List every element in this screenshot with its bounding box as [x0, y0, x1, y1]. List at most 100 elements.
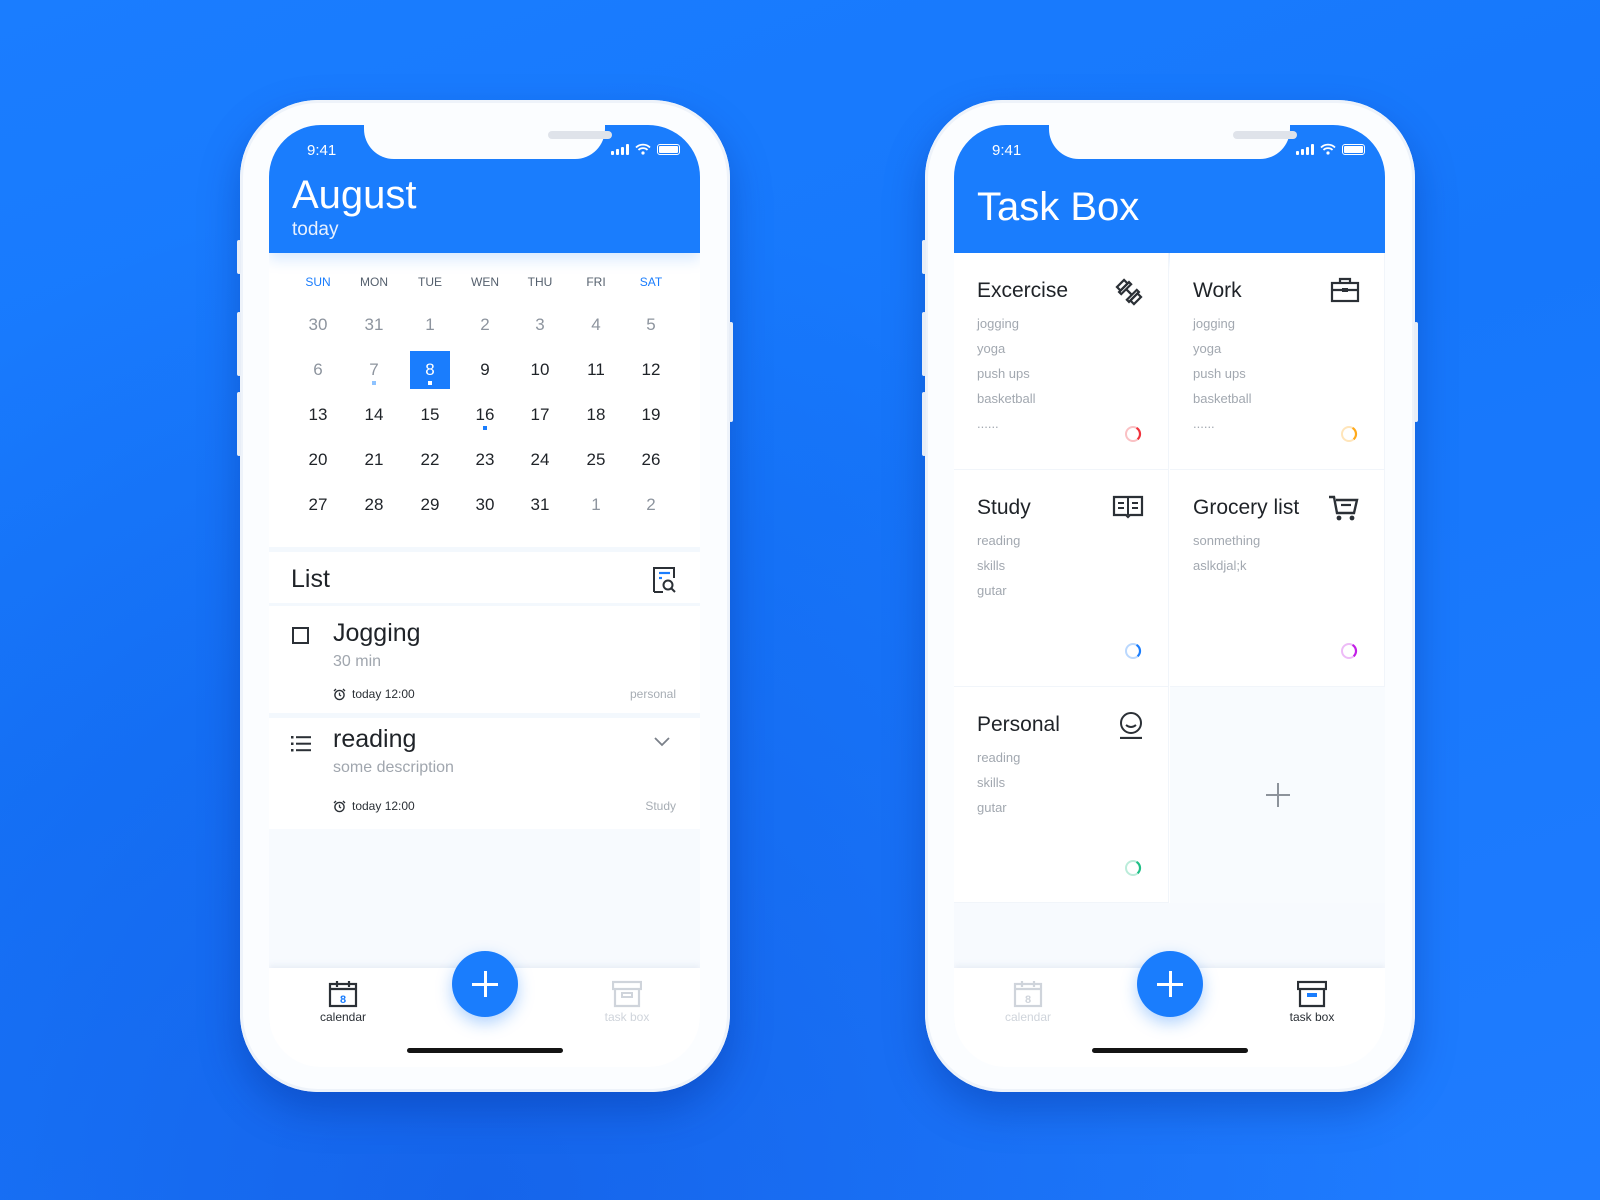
calendar-day[interactable]: 22	[410, 441, 450, 479]
tab-task-box[interactable]: task box	[587, 980, 667, 1024]
calendar-day[interactable]: 14	[354, 396, 394, 434]
category-item: basketball	[977, 391, 1036, 406]
empty-area	[269, 829, 700, 969]
phone-side-button	[922, 312, 926, 376]
category-item: reading	[977, 750, 1021, 765]
item-title: reading	[333, 725, 417, 753]
calendar-day[interactable]: 5	[631, 306, 671, 344]
calendar-day[interactable]: 19	[631, 396, 671, 434]
tab-task-box[interactable]: task box	[1272, 980, 1352, 1024]
archive-box-icon	[1297, 980, 1327, 1008]
book-icon	[1112, 494, 1144, 525]
item-title: Jogging	[333, 619, 421, 647]
category-item: jogging	[977, 316, 1019, 331]
calendar-day[interactable]: 24	[520, 441, 560, 479]
calendar-day[interactable]: 18	[576, 396, 616, 434]
phone-side-button	[1414, 322, 1418, 422]
calendar-day-number: 14	[364, 405, 384, 424]
category-item: ......	[977, 416, 999, 431]
svg-text:8: 8	[1025, 994, 1031, 1006]
calendar-day[interactable]: 15	[410, 396, 450, 434]
phone-side-button	[237, 392, 241, 456]
calendar-day[interactable]: 10	[520, 351, 560, 389]
calendar-day[interactable]: 27	[298, 486, 338, 524]
phone-side-button	[729, 322, 733, 422]
calendar-day[interactable]: 11	[576, 351, 616, 389]
calendar-day[interactable]: 3	[520, 306, 560, 344]
speaker	[1233, 131, 1297, 139]
calendar-day[interactable]: 29	[410, 486, 450, 524]
category-items: reading skills gutar	[977, 749, 1020, 824]
calendar-day-number: 29	[420, 495, 440, 514]
category-tile[interactable]: Excercise jogging yoga push ups basketball..…	[954, 253, 1169, 470]
calendar-day[interactable]: 26	[631, 441, 671, 479]
item-description: some description	[333, 759, 454, 776]
calendar-day[interactable]: 2	[465, 306, 505, 344]
calendar-day[interactable]: 12	[631, 351, 671, 389]
calendar-day[interactable]: 6	[298, 351, 338, 389]
calendar-day[interactable]: 30	[465, 486, 505, 524]
filter-search-icon[interactable]	[651, 566, 677, 594]
calendar-day[interactable]: 13	[298, 396, 338, 434]
calendar-day[interactable]: 1	[410, 306, 450, 344]
calendar-day[interactable]: 16	[465, 396, 505, 434]
category-item: ......	[1193, 416, 1215, 431]
calendar-day[interactable]: 28	[354, 486, 394, 524]
checkbox-icon[interactable]	[292, 627, 309, 644]
calendar-day-number: 15	[420, 405, 440, 424]
calendar-day[interactable]: 4	[576, 306, 616, 344]
calendar-day-number: 10	[530, 360, 550, 379]
category-item: aslkdjal;k	[1193, 558, 1247, 573]
category-tile[interactable]: Work jogging yoga push ups basketball......	[1170, 253, 1385, 470]
calendar-day-number: 19	[641, 405, 661, 424]
category-items: reading skills gutar	[977, 532, 1020, 607]
add-category-tile[interactable]	[1170, 687, 1385, 903]
calendar-day[interactable]: 9	[465, 351, 505, 389]
notch	[364, 125, 612, 159]
signal-icon	[1296, 143, 1314, 155]
category-tile[interactable]: Study reading skills gutar	[954, 470, 1169, 687]
item-reminder: today 12:00	[333, 799, 415, 813]
category-item: gutar	[977, 800, 1007, 815]
calendar-day[interactable]: 25	[576, 441, 616, 479]
weekday-label: WEN	[471, 275, 499, 289]
add-task-button[interactable]	[452, 951, 518, 1017]
category-tile[interactable]: Personal reading skills gutar	[954, 687, 1169, 903]
calendar-day[interactable]: 30	[298, 306, 338, 344]
add-task-button[interactable]	[1137, 951, 1203, 1017]
tab-calendar[interactable]: 8 calendar	[303, 980, 383, 1024]
calendar-day-number: 20	[308, 450, 328, 469]
category-tile[interactable]: Grocery list sonmething aslkdjal;k	[1170, 470, 1385, 687]
calendar-day-number: 16	[475, 405, 495, 424]
calendar-day[interactable]: 21	[354, 441, 394, 479]
calendar-day[interactable]: 23	[465, 441, 505, 479]
calendar-day[interactable]: 1	[576, 486, 616, 524]
calendar-day[interactable]: 7	[354, 351, 394, 389]
category-item: skills	[977, 558, 1006, 573]
category-item: basketball	[1193, 391, 1252, 406]
item-time-text: today 12:00	[352, 799, 415, 813]
category-title: Grocery list	[1193, 496, 1300, 519]
calendar-day[interactable]: 2	[631, 486, 671, 524]
calendar-day-number: 28	[364, 495, 384, 514]
chevron-down-icon[interactable]	[654, 737, 670, 747]
calendar-day[interactable]: 20	[298, 441, 338, 479]
tab-calendar[interactable]: 8 calendar	[988, 980, 1068, 1024]
status-time: 9:41	[992, 142, 1022, 159]
list-item[interactable]: Jogging 30 min today 12:00 personal	[269, 609, 700, 707]
category-title: Work	[1193, 279, 1242, 302]
calendar-day[interactable]: 17	[520, 396, 560, 434]
calendar-day[interactable]: 31	[354, 306, 394, 344]
face-icon	[1118, 711, 1144, 744]
divider	[269, 547, 700, 552]
event-indicator	[483, 426, 487, 430]
calendar-day-number: 1	[591, 495, 601, 514]
status-icons	[1296, 143, 1365, 155]
item-description: 30 min	[333, 653, 382, 670]
calendar-day[interactable]: 31	[520, 486, 560, 524]
calendar-day-selected[interactable]: 8	[410, 351, 450, 389]
list-title: List	[291, 565, 330, 593]
calendar-day-number: 23	[475, 450, 495, 469]
list-item[interactable]: reading some description today 12:00 Stu…	[269, 721, 700, 825]
calendar-day-number: 3	[535, 315, 545, 334]
